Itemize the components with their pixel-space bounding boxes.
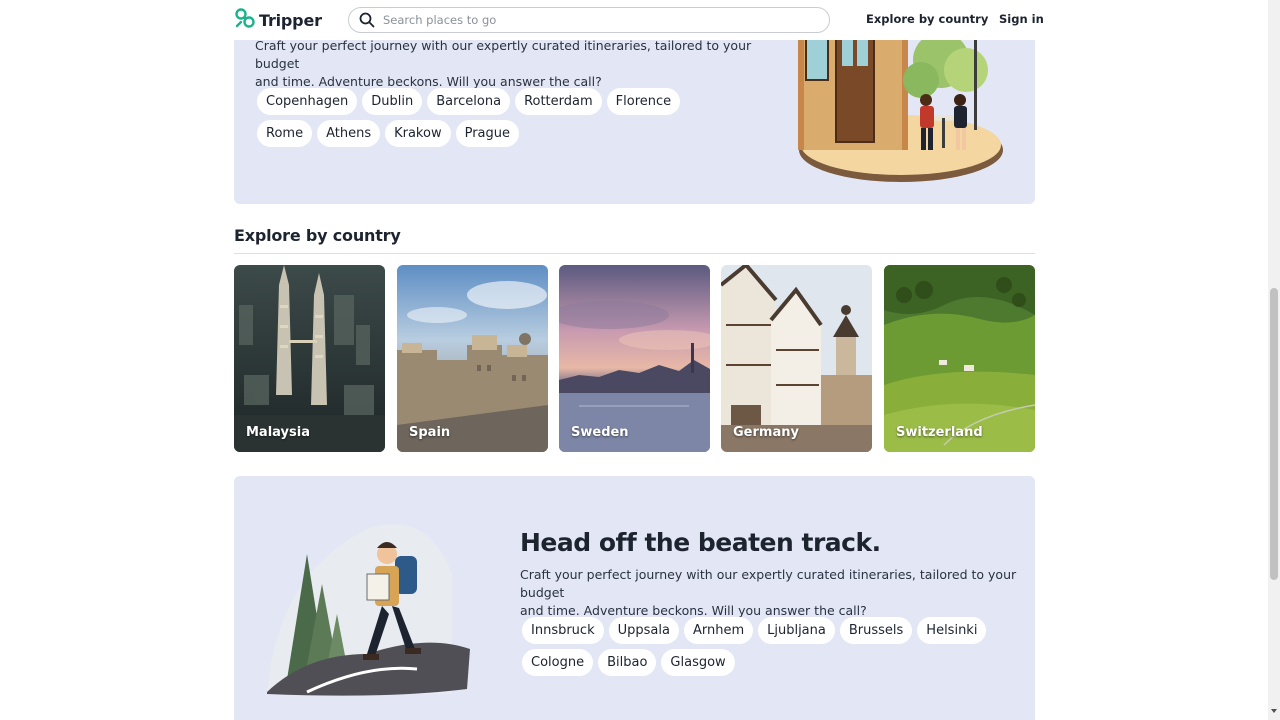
city-chip[interactable]: Rome [257, 120, 313, 147]
scrollbar-thumb[interactable] [1270, 288, 1278, 580]
hero-top-description-line1: Craft your perfect journey with our expe… [255, 38, 752, 71]
section-divider [234, 253, 1035, 254]
hero-top-description: Craft your perfect journey with our expe… [255, 37, 775, 91]
city-chip[interactable]: Barcelona [427, 88, 511, 115]
spain-photo [397, 265, 548, 452]
city-chip[interactable]: Brussels [839, 617, 913, 644]
city-chip[interactable]: Uppsala [608, 617, 679, 644]
switzerland-photo [884, 265, 1035, 452]
country-label: Spain [409, 425, 451, 440]
country-card-sweden[interactable]: Sweden [559, 265, 710, 452]
hero-bottom-city-chips: Innsbruck Uppsala Arnhem Ljubljana Bruss… [522, 617, 992, 676]
sweden-photo [559, 265, 710, 452]
country-card-spain[interactable]: Spain [397, 265, 548, 452]
country-label: Germany [733, 425, 799, 440]
malaysia-photo [234, 265, 385, 452]
explore-section-title: Explore by country [234, 226, 401, 245]
hiker-illustration [267, 514, 472, 696]
city-chip[interactable]: Cologne [522, 649, 594, 676]
country-card-switzerland[interactable]: Switzerland [884, 265, 1035, 452]
city-chip[interactable]: Arnhem [683, 617, 754, 644]
hero-bottom-title: Head off the beaten track. [520, 528, 881, 557]
city-chip[interactable]: Athens [317, 120, 381, 147]
city-chip[interactable]: Innsbruck [522, 617, 604, 644]
germany-photo [721, 265, 872, 452]
hero-bottom-description: Craft your perfect journey with our expe… [520, 566, 1020, 620]
top-header: Tripper Explore by country Sign in [0, 0, 1268, 40]
brand-name: Tripper [259, 10, 322, 30]
search-input[interactable] [381, 11, 811, 29]
city-chip[interactable]: Dublin [362, 88, 423, 115]
hero-top-city-chips: Copenhagen Dublin Barcelona Rotterdam Fl… [257, 88, 727, 147]
city-chip[interactable]: Prague [455, 120, 520, 147]
city-chip[interactable]: Rotterdam [515, 88, 602, 115]
city-chip[interactable]: Krakow [385, 120, 451, 147]
city-chip[interactable]: Copenhagen [257, 88, 358, 115]
country-label: Malaysia [246, 425, 310, 440]
city-chip[interactable]: Helsinki [917, 617, 987, 644]
city-chip[interactable]: Glasgow [661, 649, 735, 676]
brand-logo[interactable]: Tripper [234, 8, 322, 32]
search-icon [359, 12, 375, 32]
city-chip[interactable]: Florence [606, 88, 681, 115]
search-bar[interactable] [348, 7, 830, 33]
city-chip[interactable]: Ljubljana [758, 617, 835, 644]
hero-bottom-description-line1: Craft your perfect journey with our expe… [520, 567, 1017, 600]
nav-explore-by-country[interactable]: Explore by country [866, 12, 988, 26]
hero-card-bottom: Head off the beaten track. Craft your pe… [234, 476, 1035, 720]
country-card-germany[interactable]: Germany [721, 265, 872, 452]
city-chip[interactable]: Bilbao [598, 649, 657, 676]
nav-sign-in[interactable]: Sign in [999, 12, 1044, 26]
country-label: Sweden [571, 425, 629, 440]
page-scrollbar[interactable] [1268, 0, 1280, 720]
tripper-logo-icon [234, 7, 256, 33]
country-label: Switzerland [896, 425, 983, 440]
scroll-down-arrow-icon[interactable] [1271, 709, 1277, 713]
country-card-malaysia[interactable]: Malaysia [234, 265, 385, 452]
